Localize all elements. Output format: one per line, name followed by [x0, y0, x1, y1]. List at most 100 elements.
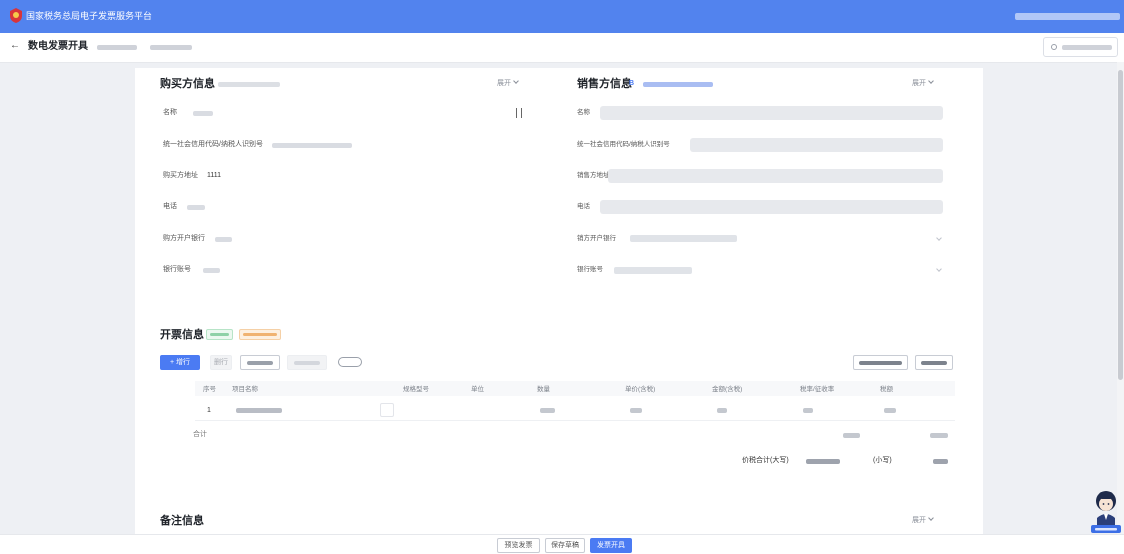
- table-row[interactable]: 1: [195, 400, 955, 421]
- amount-upper-label: 价税合计(大写): [742, 457, 789, 464]
- page-header: ← 数电发票开具: [0, 33, 1124, 63]
- column-header-index: 序号: [203, 386, 216, 393]
- column-header-quantity: 数量: [537, 386, 550, 393]
- remarks-section-title: 备注信息: [160, 515, 204, 527]
- remarks-expand-toggle[interactable]: 展开: [912, 515, 934, 526]
- import-button[interactable]: [240, 355, 280, 370]
- column-header-item-name: 项目名称: [232, 386, 258, 393]
- chevron-down-icon: [928, 515, 934, 521]
- buyer-address-input[interactable]: 1111: [207, 171, 221, 181]
- table-action-button-2-label: [921, 361, 947, 365]
- page-title: 数电发票开具: [28, 41, 88, 52]
- tab-second[interactable]: [150, 45, 192, 50]
- table-header-row: [195, 381, 955, 396]
- seller-expand-toggle[interactable]: 展开: [912, 78, 934, 89]
- seller-address-field: [608, 169, 943, 183]
- user-info[interactable]: [1015, 13, 1120, 20]
- seller-taxid-label: 统一社会信用代码/纳税人识别号: [577, 141, 670, 148]
- item-select-button[interactable]: [380, 403, 394, 417]
- status-tag-orange-label: [243, 333, 277, 336]
- toggle-switch[interactable]: [338, 357, 362, 367]
- seller-phone-field: [600, 200, 943, 214]
- status-tag-green-label: [210, 333, 229, 336]
- buyer-expand-toggle[interactable]: 展开: [497, 78, 519, 89]
- buyer-section-title: 购买方信息: [160, 78, 215, 90]
- action-icon: [1051, 44, 1057, 50]
- buyer-bank-label: 购方开户银行: [163, 235, 205, 242]
- seller-name-field: [600, 106, 943, 120]
- column-header-tax-rate: 税率/征收率: [800, 386, 835, 393]
- seller-badge: B: [629, 80, 635, 87]
- tax-emblem-icon: [10, 8, 22, 28]
- scrollbar[interactable]: [1117, 62, 1124, 534]
- amount-upper-value: [806, 459, 840, 464]
- seller-taxid-field: [690, 138, 943, 152]
- arrow-left-icon[interactable]: ←: [10, 40, 20, 52]
- top-right-button-label: [1062, 45, 1112, 50]
- buyer-toggle-label: 展开: [497, 80, 511, 87]
- remarks-toggle-label: 展开: [912, 517, 926, 524]
- seller-account-select[interactable]: [614, 267, 692, 274]
- row-amount[interactable]: [717, 408, 727, 413]
- seller-name-label: 名称: [577, 109, 590, 116]
- seller-bank-select[interactable]: [630, 235, 737, 242]
- table-action-button-1[interactable]: [853, 355, 908, 370]
- disabled-action-label: [294, 361, 320, 365]
- buyer-name-input[interactable]: [193, 111, 213, 116]
- column-header-unit-price: 单价(含税): [625, 386, 656, 393]
- assistant-avatar-icon: [1091, 491, 1121, 533]
- save-draft-button[interactable]: 保存草稿: [545, 538, 585, 553]
- top-header: 国家税务总局电子发票服务平台: [0, 0, 1124, 33]
- delete-row-button[interactable]: 删行: [210, 355, 232, 370]
- seller-bank-label: 销方开户银行: [577, 235, 616, 242]
- total-label: 合计: [193, 431, 207, 438]
- row-tax[interactable]: [884, 408, 896, 413]
- buyer-account-input[interactable]: [203, 268, 220, 273]
- total-amount: [843, 433, 860, 438]
- seller-toggle-label: 展开: [912, 80, 926, 87]
- row-unit-price[interactable]: [630, 408, 642, 413]
- total-tax: [930, 433, 948, 438]
- buyer-taxid-input[interactable]: [272, 143, 352, 148]
- table-action-button-1-label: [859, 361, 902, 365]
- column-header-amount: 金额(含税): [712, 386, 743, 393]
- add-row-button[interactable]: + 增行: [160, 355, 200, 370]
- row-quantity[interactable]: [540, 408, 555, 413]
- seller-link[interactable]: [643, 82, 713, 87]
- import-button-label: [247, 361, 273, 365]
- buyer-phone-input[interactable]: [187, 205, 205, 210]
- buyer-bank-input[interactable]: [215, 237, 232, 242]
- buyer-account-label: 银行账号: [163, 266, 191, 273]
- preview-button[interactable]: 预览发票: [497, 538, 540, 553]
- chevron-down-icon: [928, 78, 934, 84]
- amount-lower-label: (小写): [873, 457, 892, 464]
- footer-action-bar: 预览发票 保存草稿 发票开具: [0, 534, 1124, 554]
- row-index: 1: [207, 407, 211, 414]
- buyer-phone-label: 电话: [163, 203, 177, 210]
- seller-address-label: 销售方地址: [577, 172, 610, 179]
- scrollbar-thumb[interactable]: [1118, 70, 1123, 380]
- row-item-name[interactable]: [236, 408, 282, 413]
- disabled-action-button[interactable]: [287, 355, 327, 370]
- buyer-name-label: 名称: [163, 109, 177, 116]
- buyer-section-hint: [218, 82, 280, 87]
- row-tax-rate[interactable]: [803, 408, 813, 413]
- column-header-unit: 单位: [471, 386, 484, 393]
- seller-section-title: 销售方信息: [577, 78, 632, 90]
- top-right-button[interactable]: [1043, 37, 1118, 57]
- platform-title: 国家税务总局电子发票服务平台: [26, 11, 153, 21]
- chevron-down-icon: [513, 78, 519, 84]
- tab-first[interactable]: [97, 45, 137, 50]
- column-header-spec: 规格型号: [403, 386, 429, 393]
- amount-lower-value: [933, 459, 948, 464]
- issue-invoice-button[interactable]: 发票开具: [590, 538, 632, 553]
- select-icon[interactable]: [516, 108, 522, 118]
- assistant-widget[interactable]: [1090, 488, 1122, 534]
- status-tag-orange: [239, 329, 281, 340]
- table-action-button-2[interactable]: [915, 355, 953, 370]
- buyer-taxid-label: 统一社会信用代码/纳税人识别号: [163, 141, 263, 148]
- status-tag-green: [206, 329, 233, 340]
- buyer-address-label: 购买方地址: [163, 172, 198, 179]
- seller-phone-label: 电话: [577, 203, 590, 210]
- invoice-section-title: 开票信息: [160, 329, 204, 341]
